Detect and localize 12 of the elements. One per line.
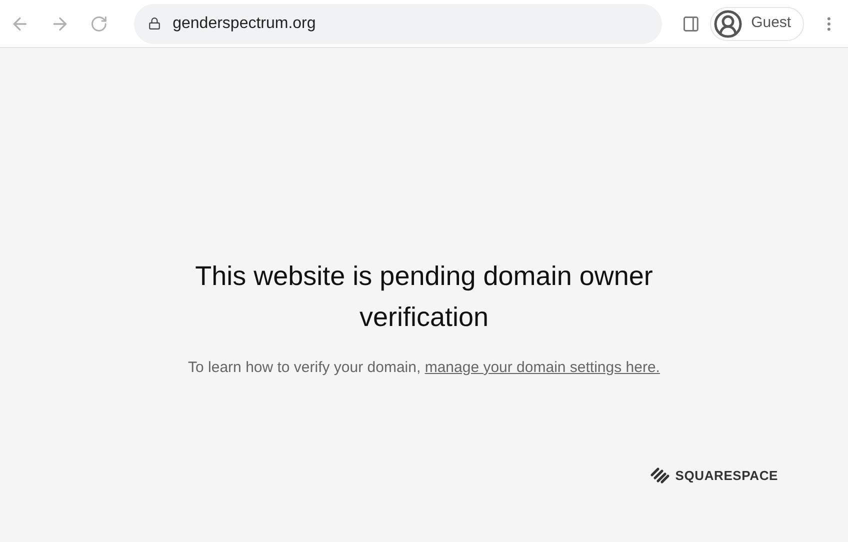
url-text: genderspectrum.org	[172, 14, 316, 34]
info-text: To learn how to verify your domain, manage your domain settings here.	[188, 358, 660, 378]
reload-icon[interactable]	[90, 14, 108, 32]
side-panel-icon[interactable]	[682, 14, 700, 32]
page-heading: This website is pending domain owner verification	[194, 260, 654, 334]
profile-button[interactable]: Guest	[710, 6, 804, 40]
lock-icon	[148, 17, 161, 30]
avatar-icon	[713, 8, 744, 38]
brand-name: SQUARESPACE	[675, 466, 778, 484]
address-bar[interactable]: genderspectrum.org	[134, 4, 662, 44]
settings-link[interactable]: manage your domain settings here.	[424, 359, 660, 376]
logo-icon	[649, 466, 672, 484]
